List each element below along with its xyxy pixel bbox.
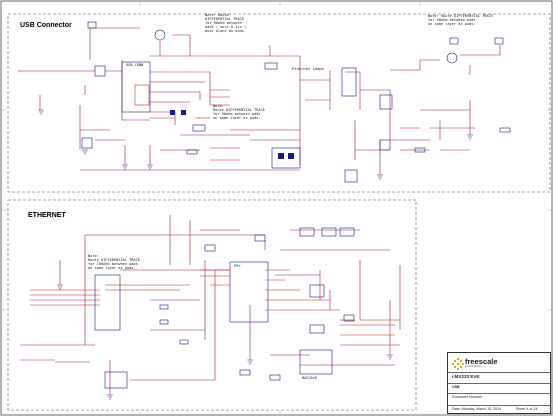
- usb-parts: [81, 21, 511, 183]
- board-name: i.MX233 EVK: [452, 374, 480, 379]
- usb-section-title: USB Connector: [20, 22, 72, 29]
- note-ethernet: Note: Route DIFFERENTIAL TRACE for 100oh…: [88, 254, 140, 270]
- date-label: Date: Monday, March 15, 2010: [452, 407, 502, 411]
- tb-divider: [448, 383, 550, 384]
- ethernet-section-title: ETHERNET: [28, 212, 66, 219]
- label-magnetics: MAGJACK: [302, 376, 318, 380]
- usb-section-frame: [7, 13, 551, 193]
- company-sub: semiconductor: [465, 365, 482, 368]
- freescale-logo-icon: [452, 358, 464, 370]
- label-ethernet-lamps: Ethernet Lamps: [292, 66, 325, 71]
- note-top-right: Note: Route DIFFERENTIAL TRACE for 90ohm…: [428, 14, 493, 26]
- doc-number-label: Document Number: [452, 395, 483, 399]
- usb-wires: [18, 27, 501, 175]
- tb-divider: [448, 372, 550, 373]
- label-phy: PHY: [234, 264, 241, 268]
- schematic-sheet: USB Connector ETHERNET Note: Route DIFFE…: [0, 0, 553, 416]
- title-block: freescale semiconductor i.MX233 EVK USB …: [447, 352, 551, 414]
- sheet-number: Sheet 4 of 14: [516, 407, 538, 411]
- ethernet-parts: [94, 227, 355, 389]
- label-usb-conn: USB_CONN: [126, 63, 144, 67]
- freescale-logo: freescale semiconductor: [452, 355, 498, 370]
- note-mid-center: Note: Route DIFFERENTIAL TRACE for 90ohm…: [213, 104, 265, 120]
- tb-divider: [448, 393, 550, 394]
- sheet-title: USB: [452, 385, 460, 389]
- tb-divider: [448, 405, 550, 406]
- note-top-center: Note: Route DIFFERENTIAL TRACE for 90ohm…: [205, 13, 247, 33]
